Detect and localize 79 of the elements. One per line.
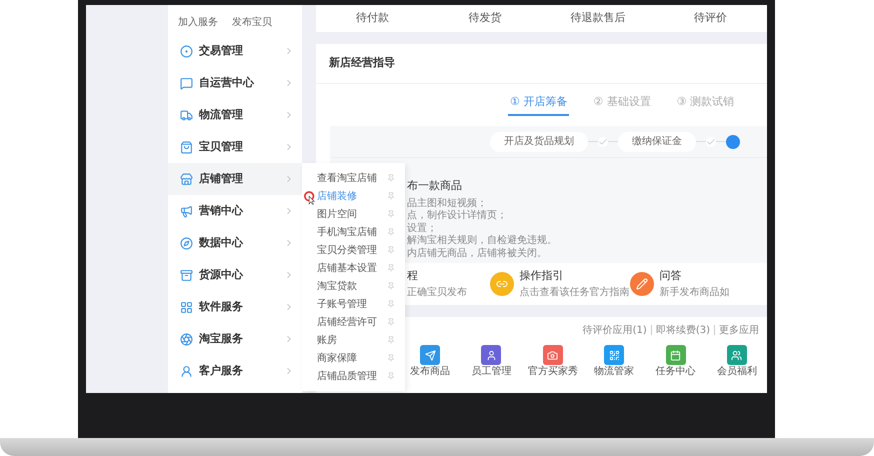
flyout-item[interactable]: 商家保障 <box>302 349 405 367</box>
flyout-item[interactable]: 淘宝贷款 <box>302 277 405 295</box>
task-line: 解淘宝相关规则，自检避免违规。 <box>407 235 558 248</box>
sidebar-label: 货源中心 <box>199 266 244 283</box>
app-shortcut[interactable]: 任务中心 <box>648 345 704 378</box>
task-title: 布一款商品 <box>407 178 463 194</box>
task-line: 内店铺无商品，店铺将被关闭。 <box>407 248 548 260</box>
menu-icon <box>180 268 193 282</box>
help-subtitle: 点击查看该任务官方指南 <box>520 286 630 300</box>
help-subtitle: 新手发布商品如 <box>660 286 730 300</box>
flyout-item[interactable]: 店铺基本设置 <box>302 259 405 277</box>
flyout-item[interactable]: 查看淘宝店铺 <box>302 169 405 187</box>
sidebar-label: 自运营中心 <box>199 74 255 91</box>
task-line: 设置； <box>407 222 438 234</box>
sidebar-link[interactable]: 发布宝贝 <box>232 14 272 30</box>
sidebar-label: 营销中心 <box>199 202 244 219</box>
sidebar-label: 物流管理 <box>199 106 244 123</box>
app-link[interactable]: 即将续费(3) <box>656 322 710 338</box>
menu-icon <box>180 236 193 250</box>
pin-icon <box>387 246 395 254</box>
sidebar-label: 客户服务 <box>199 362 244 379</box>
menu-icon <box>180 364 193 378</box>
app-shortcut[interactable]: 会员福利 <box>708 345 765 378</box>
sidebar-label: 数据中心 <box>199 234 244 251</box>
app-shortcut[interactable]: 发布商品 <box>402 345 458 378</box>
help-title[interactable]: 问答 <box>660 268 730 285</box>
help-title[interactable]: 操作指引 <box>520 268 630 285</box>
app-shortcut[interactable]: 员工管理 <box>463 345 520 378</box>
menu-icon <box>180 332 193 346</box>
step-tab[interactable]: ① 开店筹备 <box>508 90 570 116</box>
flyout-item[interactable]: 店铺品质管理 <box>302 367 405 385</box>
sidebar-label: 店铺管理 <box>199 170 244 187</box>
sidebar-item[interactable]: 店铺管理 <box>168 163 302 195</box>
pin-icon <box>387 318 395 326</box>
milestone-pill: 开店及货品规划 <box>490 132 588 152</box>
app-shortcut[interactable]: 物流管家 <box>586 345 642 378</box>
pin-icon <box>387 192 395 200</box>
app-shortcut[interactable]: 官方买家秀 <box>524 345 581 378</box>
order-stat-link[interactable]: 待发货 <box>428 10 542 27</box>
menu-icon <box>180 140 193 154</box>
menu-icon <box>180 172 193 186</box>
app-link[interactable]: 待评价应用(1) <box>582 322 647 338</box>
flyout-item[interactable]: 图片空间 <box>302 205 405 223</box>
pin-icon <box>387 228 395 236</box>
check-icon <box>706 136 716 146</box>
pin-icon <box>387 210 395 218</box>
flyout-item[interactable]: 账房 <box>302 331 405 349</box>
milestone-pill: 缴纳保证金 <box>618 132 696 152</box>
help-title[interactable]: 程 <box>407 268 467 285</box>
pin-icon <box>387 264 395 272</box>
order-stat-link[interactable]: 待付款 <box>316 10 429 27</box>
check-icon <box>598 136 608 146</box>
pin-icon <box>387 372 395 380</box>
pin-icon <box>387 174 395 182</box>
task-line: 点，制作设计详情页； <box>407 210 508 222</box>
sidebar-label: 软件服务 <box>199 298 244 315</box>
menu-icon <box>180 76 193 90</box>
flyout-item[interactable]: 店铺经营许可 <box>302 313 405 331</box>
order-stat-link[interactable]: 待评价 <box>654 10 767 27</box>
flyout-item[interactable]: 宝贝分类管理 <box>302 241 405 259</box>
flyout-item[interactable]: 手机淘宝店铺 <box>302 223 405 241</box>
sidebar-link[interactable]: 加入服务 <box>178 14 218 30</box>
pin-icon <box>387 282 395 290</box>
flyout-item[interactable]: 子账号管理 <box>302 295 405 313</box>
sidebar-label: 淘宝服务 <box>199 330 244 347</box>
sidebar-label: 宝贝管理 <box>199 138 244 155</box>
menu-icon <box>180 108 193 122</box>
task-line: 品主图和短视频； <box>407 198 488 210</box>
help-subtitle: 正确宝贝发布 <box>407 286 467 300</box>
menu-icon <box>180 204 193 218</box>
pin-icon <box>387 300 395 308</box>
pin-icon <box>387 336 395 344</box>
app-link[interactable]: 更多应用 <box>719 322 759 338</box>
order-stat-link[interactable]: 待退款售后 <box>542 10 654 27</box>
guide-title: 新店经营指导 <box>329 55 395 72</box>
pin-icon <box>387 354 395 362</box>
menu-icon <box>180 44 193 58</box>
menu-icon <box>180 300 193 314</box>
sidebar-label: 交易管理 <box>199 42 244 59</box>
